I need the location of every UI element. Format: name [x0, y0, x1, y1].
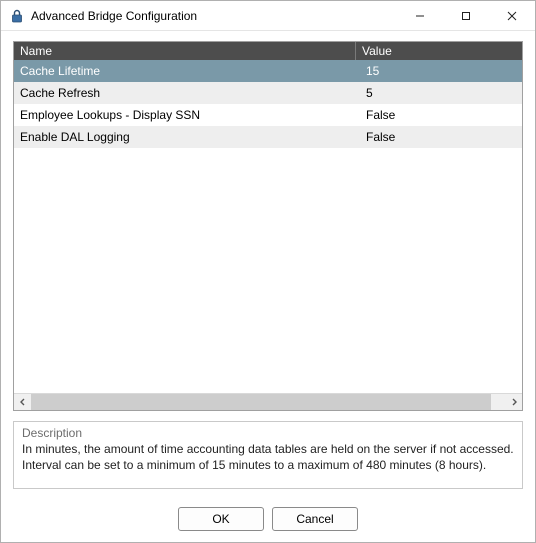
close-button[interactable] [489, 1, 535, 31]
grid-body: Cache Lifetime15Cache Refresh5Employee L… [14, 60, 522, 393]
setting-name: Cache Lifetime [14, 64, 360, 78]
setting-name: Cache Refresh [14, 86, 360, 100]
grid-header: Name Value [14, 42, 522, 60]
table-row[interactable]: Cache Refresh5 [14, 82, 522, 104]
description-text: In minutes, the amount of time accountin… [22, 442, 514, 473]
title-bar: Advanced Bridge Configuration [1, 1, 535, 31]
description-panel: Description In minutes, the amount of ti… [13, 421, 523, 489]
scroll-track[interactable] [31, 394, 505, 410]
ok-button[interactable]: OK [178, 507, 264, 531]
description-label: Description [22, 426, 514, 440]
scroll-left-button[interactable] [14, 394, 31, 411]
setting-name: Enable DAL Logging [14, 130, 360, 144]
table-row[interactable]: Enable DAL LoggingFalse [14, 126, 522, 148]
setting-value: 15 [360, 64, 522, 78]
setting-value: False [360, 130, 522, 144]
table-row[interactable]: Employee Lookups - Display SSNFalse [14, 104, 522, 126]
column-header-name[interactable]: Name [14, 42, 356, 60]
column-header-value[interactable]: Value [356, 42, 522, 60]
setting-value: False [360, 108, 522, 122]
table-row[interactable]: Cache Lifetime15 [14, 60, 522, 82]
settings-grid: Name Value Cache Lifetime15Cache Refresh… [13, 41, 523, 411]
minimize-button[interactable] [397, 1, 443, 31]
scroll-thumb[interactable] [31, 394, 491, 410]
window-title: Advanced Bridge Configuration [31, 9, 197, 23]
scroll-right-button[interactable] [505, 394, 522, 411]
cancel-button[interactable]: Cancel [272, 507, 358, 531]
client-area: Name Value Cache Lifetime15Cache Refresh… [1, 31, 535, 543]
setting-name: Employee Lookups - Display SSN [14, 108, 360, 122]
lock-icon [9, 8, 25, 24]
dialog-window: Advanced Bridge Configuration Name Value… [0, 0, 536, 543]
horizontal-scrollbar[interactable] [14, 393, 522, 410]
dialog-buttons: OK Cancel [13, 499, 523, 535]
setting-value: 5 [360, 86, 522, 100]
maximize-button[interactable] [443, 1, 489, 31]
